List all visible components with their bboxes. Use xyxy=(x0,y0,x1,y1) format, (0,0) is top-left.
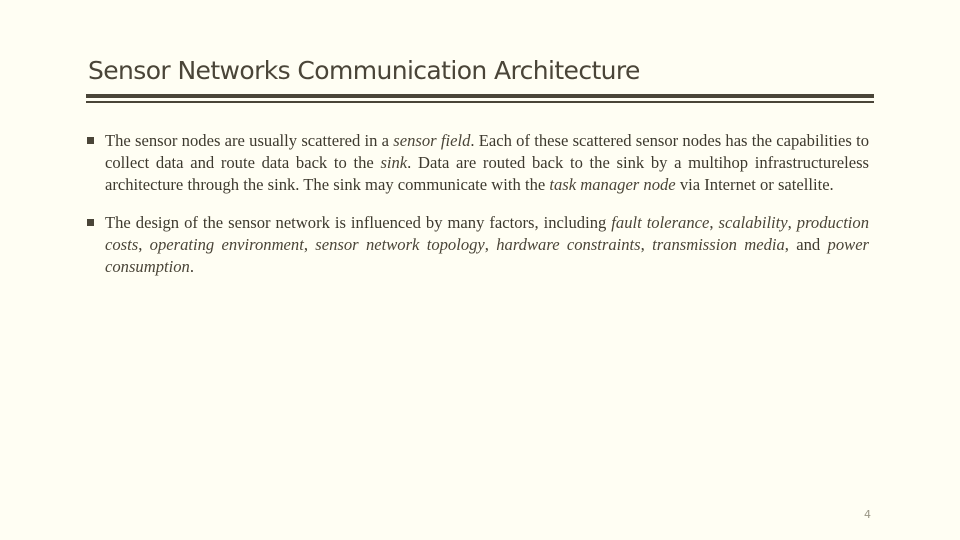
text-segment: , and xyxy=(784,235,828,254)
bullet-item: The sensor nodes are usually scattered i… xyxy=(87,130,869,196)
bullet-text: The design of the sensor network is infl… xyxy=(105,213,869,276)
text-segment: . xyxy=(189,257,194,276)
title-divider-thin xyxy=(86,101,874,103)
text-segment: , xyxy=(484,235,497,254)
text-segment: , xyxy=(640,235,653,254)
bullet-text: The sensor nodes are usually scattered i… xyxy=(105,131,869,194)
text-segment: The design of the sensor network is infl… xyxy=(105,213,612,232)
emphasized-term: operating environment xyxy=(149,235,304,254)
text-segment: , xyxy=(709,213,719,232)
title-divider-thick xyxy=(86,94,874,98)
square-bullet-icon xyxy=(87,137,94,144)
emphasized-term: hardware constraints xyxy=(496,235,641,254)
text-segment: , xyxy=(138,235,150,254)
square-bullet-icon xyxy=(87,219,94,226)
emphasized-term: transmission media xyxy=(652,235,785,254)
emphasized-term: sink xyxy=(380,153,408,172)
text-segment: via Internet or satellite. xyxy=(675,175,834,194)
text-segment: , xyxy=(787,213,797,232)
bullet-list: The sensor nodes are usually scattered i… xyxy=(87,130,869,294)
page-number: 4 xyxy=(864,508,871,521)
text-segment: The sensor nodes are usually scattered i… xyxy=(105,131,394,150)
text-segment: , xyxy=(303,235,316,254)
bullet-item: The design of the sensor network is infl… xyxy=(87,212,869,278)
emphasized-term: task manager node xyxy=(549,175,676,194)
emphasized-term: sensor field xyxy=(393,131,471,150)
slide-title: Sensor Networks Communication Architectu… xyxy=(88,56,640,85)
emphasized-term: fault tolerance xyxy=(611,213,710,232)
emphasized-term: sensor network topology xyxy=(315,235,485,254)
emphasized-term: scalability xyxy=(718,213,788,232)
